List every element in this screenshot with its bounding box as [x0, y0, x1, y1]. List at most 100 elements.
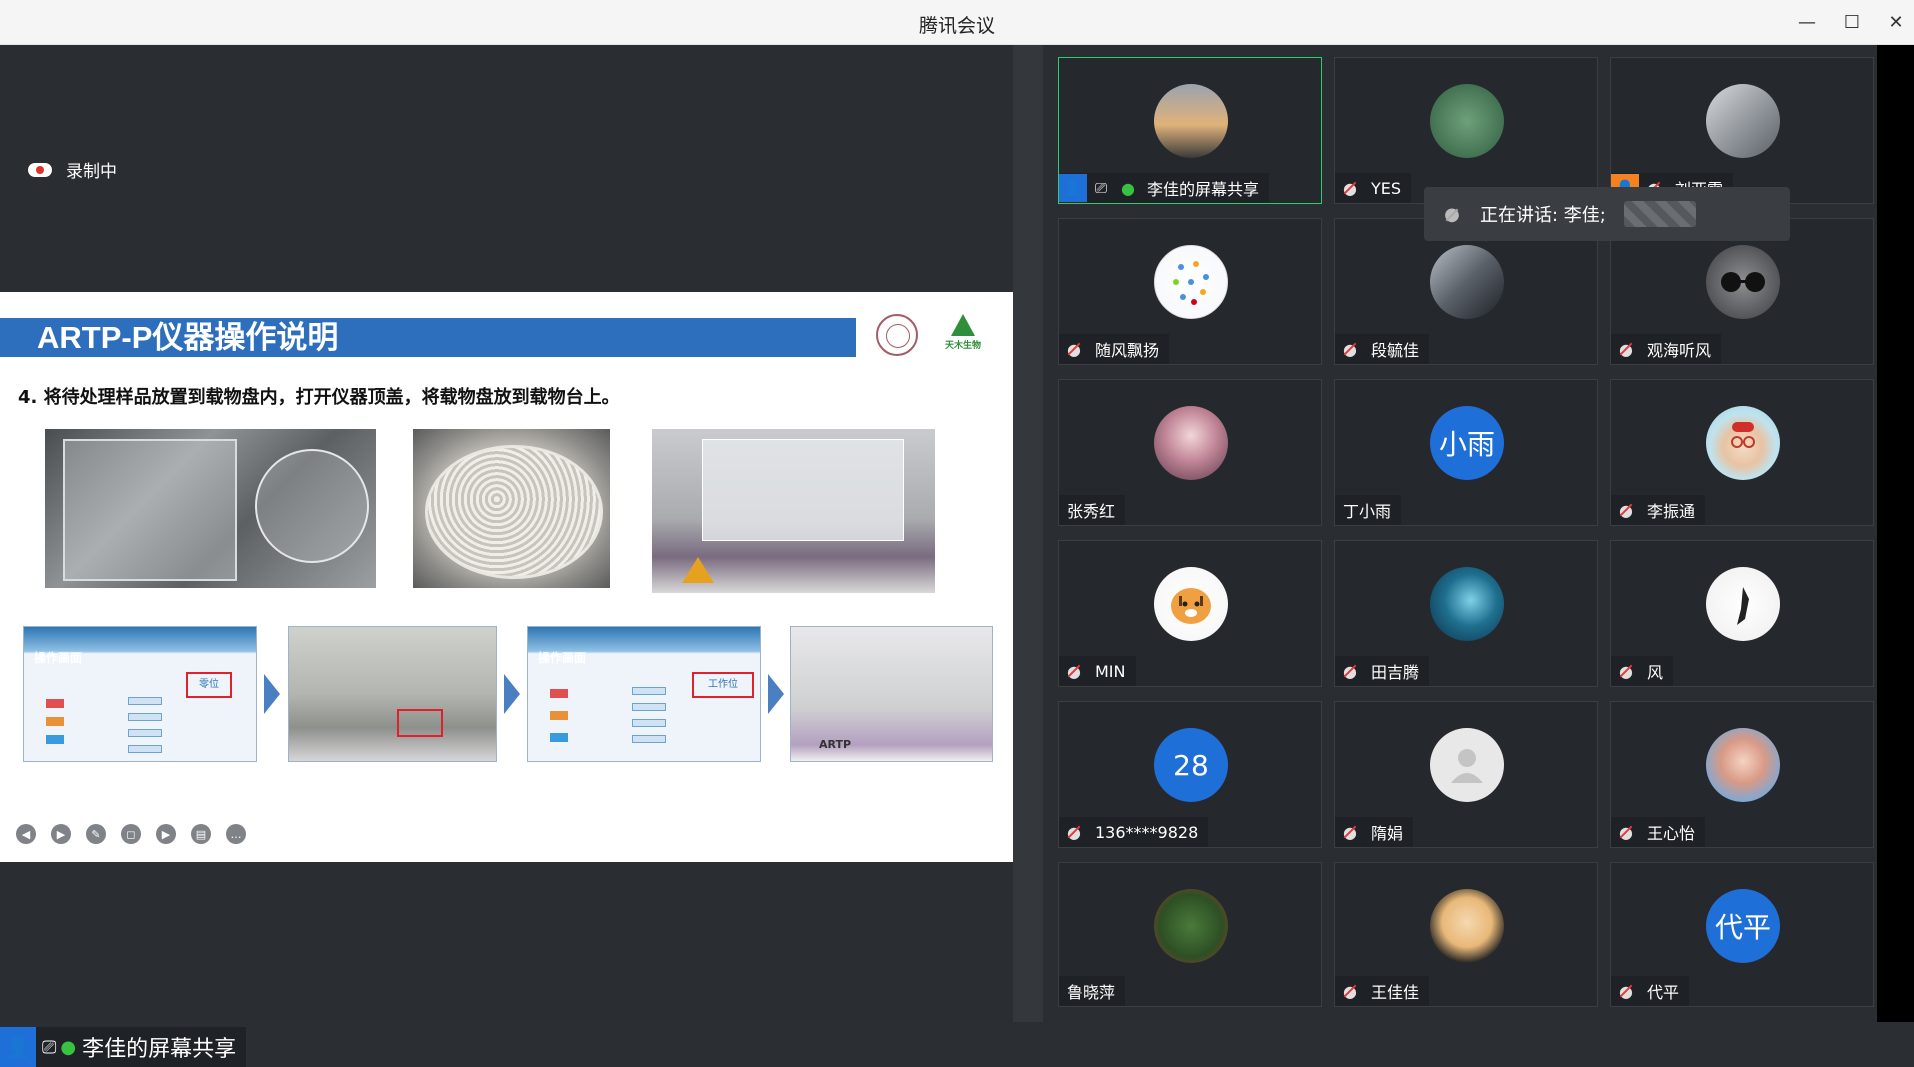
participant-name: 王佳佳 [1371, 983, 1420, 1002]
slide-step-text: 4. 将待处理样品放置到载物盘内，打开仪器顶盖，将载物盘放到载物台上。 [18, 387, 620, 408]
participant-tile[interactable]: ● 风 [1610, 540, 1874, 687]
participant-name: 张秀红 [1067, 502, 1116, 521]
more-icon[interactable]: … [226, 824, 246, 844]
participant-label: 👤 ⎚ ● 李佳的屏幕共享 [1059, 173, 1270, 203]
control-screen-screenshot-1: 操作画面 零位 [23, 626, 257, 762]
screen-button [550, 733, 568, 742]
previous-slide-icon[interactable]: ◀ [16, 824, 36, 844]
screen-header: 操作画面 [34, 651, 83, 665]
participant-tile[interactable]: 张秀红 [1058, 379, 1322, 526]
participant-tile[interactable]: 👤 ⎚ ● 李佳的屏幕共享 [1058, 57, 1322, 204]
screen-field [632, 687, 666, 695]
pen-icon[interactable]: ✎ [86, 824, 106, 844]
arrow-right-icon [504, 674, 520, 714]
avatar: 28 [1154, 728, 1228, 802]
muted-microphone-icon: ● [1059, 656, 1089, 686]
participant-name: 风 [1647, 663, 1664, 682]
muted-microphone-icon: ● [1059, 817, 1089, 847]
screen-share-icon: ⎚ [1094, 179, 1107, 197]
user-icon: 👤 [0, 1027, 36, 1067]
minimize-button[interactable]: — [1791, 8, 1823, 36]
participant-label: ● 隋娟 [1335, 817, 1414, 847]
participant-tile[interactable]: 小雨 丁小雨 [1334, 379, 1598, 526]
blurred-name [1623, 201, 1696, 227]
shared-screen-area: 录制中 ARTP-P仪器操作说明 天木生物 4. 将待处理样品放置到载物盘内，打… [0, 45, 1013, 1067]
participant-label: ● 王心怡 [1611, 817, 1706, 847]
participant-tile[interactable]: ● 田吉腾 [1334, 540, 1598, 687]
avatar: 代平 [1706, 889, 1780, 963]
participant-name: 代平 [1647, 983, 1680, 1002]
device-closeup-screenshot [288, 626, 497, 762]
participant-label: ● YES [1335, 173, 1412, 203]
screen-button [46, 699, 64, 708]
participant-tile[interactable]: ● 隋娟 [1334, 701, 1598, 848]
subtitle-icon[interactable]: ▤ [191, 824, 211, 844]
avatar [1430, 889, 1504, 963]
participant-tile[interactable]: 👤 ● 刘亚雷 [1610, 57, 1874, 204]
participant-tile[interactable]: ● 李振通 [1610, 379, 1874, 526]
participant-label: 丁小雨 [1335, 495, 1402, 525]
sunglasses-icon [1721, 272, 1765, 292]
screen-field [128, 745, 162, 753]
arrow-right-icon [264, 674, 280, 714]
avatar [1154, 406, 1228, 480]
muted-microphone-icon: ● [1335, 817, 1365, 847]
participant-tile[interactable]: 鲁晓萍 [1058, 862, 1322, 1007]
screen-button [550, 689, 568, 698]
muted-microphone-icon: ● [1611, 334, 1641, 364]
maximize-button[interactable]: ☐ [1836, 8, 1868, 36]
avatar [1706, 567, 1780, 641]
participant-label: 张秀红 [1059, 495, 1126, 525]
highlight-box [397, 709, 443, 737]
muted-microphone-icon: ● [1335, 656, 1365, 686]
avatar [1154, 84, 1228, 158]
cartoon-man-avatar [1731, 422, 1755, 448]
participant-tile[interactable]: ● YES [1334, 57, 1598, 204]
company-logo: 天木生物 [940, 314, 986, 360]
participant-tile[interactable]: ● 随风飘扬 [1058, 218, 1322, 365]
participant-label: ● 李振通 [1611, 495, 1706, 525]
screen-field [632, 703, 666, 711]
muted-microphone-icon: ● [1611, 976, 1641, 1006]
close-button[interactable]: ✕ [1880, 8, 1912, 36]
recording-indicator: 录制中 [28, 157, 117, 182]
participant-name: 随风飘扬 [1095, 341, 1160, 360]
participant-name: 136****9828 [1095, 822, 1199, 842]
panel-divider[interactable] [1013, 45, 1043, 1022]
avatar [1154, 889, 1228, 963]
participant-tile[interactable]: ● 王心怡 [1610, 701, 1874, 848]
recording-icon [28, 162, 52, 177]
right-edge [1877, 45, 1914, 1022]
participant-label: ● 风 [1611, 656, 1674, 686]
screen-button [46, 735, 64, 744]
control-screen-screenshot-2: 操作画面 工作位 [527, 626, 761, 762]
slide-controls: ◀ ▶ ✎ ◻ ▶ ▤ … [16, 824, 246, 844]
participant-tile[interactable]: 28 ● 136****9828 [1058, 701, 1322, 848]
avatar [1430, 84, 1504, 158]
screen-share-label: 李佳的屏幕共享 [82, 1037, 237, 1062]
participant-name: 观海听风 [1647, 341, 1712, 360]
participant-tile[interactable]: 代平 ● 代平 [1610, 862, 1874, 1007]
avatar [1706, 245, 1780, 319]
screenshot-icon[interactable]: ◻ [121, 824, 141, 844]
arrow-right-icon [768, 674, 784, 714]
tray-and-dish-photo [45, 429, 376, 588]
participant-name: 李振通 [1647, 502, 1696, 521]
participant-name: 丁小雨 [1343, 502, 1392, 521]
presentation-slide: ARTP-P仪器操作说明 天木生物 4. 将待处理样品放置到载物盘内，打开仪器顶… [0, 292, 1013, 862]
artp-device-photo: ARTP [790, 626, 993, 762]
avatar: 小雨 [1430, 406, 1504, 480]
recording-label: 录制中 [66, 162, 117, 182]
participant-label: ● 王佳佳 [1335, 976, 1430, 1006]
next-slide-icon[interactable]: ▶ [51, 824, 71, 844]
video-icon[interactable]: ▶ [156, 824, 176, 844]
participant-tile[interactable]: ● 王佳佳 [1334, 862, 1598, 1007]
participant-name: 王心怡 [1647, 824, 1696, 843]
participant-label: 鲁晓萍 [1059, 976, 1126, 1006]
muted-microphone-icon: ● [1335, 976, 1365, 1006]
screen-field [632, 735, 666, 743]
screen-field [128, 729, 162, 737]
dots-graphic [1173, 261, 1209, 305]
participant-tile[interactable]: ● MIN [1058, 540, 1322, 687]
screen-field [128, 697, 162, 705]
